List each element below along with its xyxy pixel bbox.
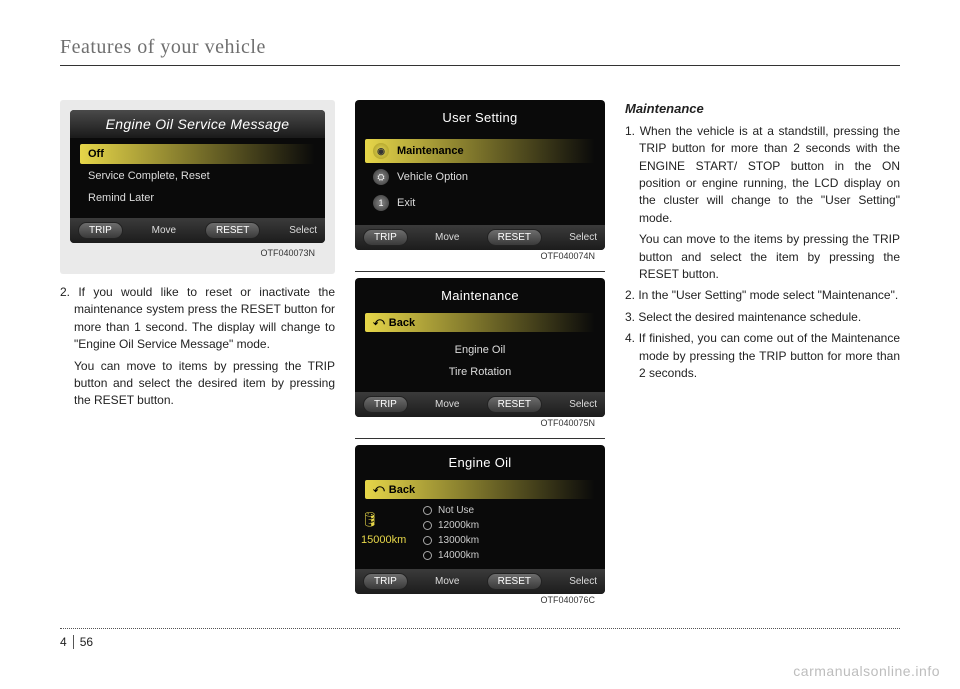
foot-select: Select	[289, 225, 317, 236]
screen-engine-oil: Engine Oil ⤺ Back 🛢 15000km Not Use 1200…	[355, 445, 605, 594]
back-button[interactable]: ⤺ Back	[365, 480, 595, 499]
exit-icon: 1	[373, 195, 389, 211]
foot-select: Select	[569, 399, 597, 410]
screen-menu: Engine Oil Tire Rotation	[355, 334, 605, 392]
radio-option-14000[interactable]: 14000km	[395, 548, 597, 563]
back-arrow-icon: ⤺	[373, 483, 385, 496]
menu-item-off[interactable]: Off	[80, 144, 315, 164]
trip-button[interactable]: TRIP	[363, 396, 408, 413]
back-label: Back	[389, 484, 415, 496]
foot-move: Move	[435, 399, 459, 410]
right-step-1b: You can move to the items by pressing th…	[625, 231, 900, 283]
oil-can-icon: 🛢	[361, 511, 379, 528]
footer-dotted-line	[60, 628, 900, 629]
menu-item-label: Vehicle Option	[397, 171, 468, 183]
screen-menu: Off Service Complete, Reset Remind Later	[70, 138, 325, 218]
menu-item-engine-oil[interactable]: Engine Oil	[365, 340, 595, 360]
reset-button[interactable]: RESET	[487, 229, 542, 246]
screen-title: Engine Oil Service Message	[70, 110, 325, 138]
menu-item-label: Remind Later	[88, 192, 154, 204]
mid-divider-2	[355, 438, 605, 439]
screen-frame-oil-message: Engine Oil Service Message Off Service C…	[60, 100, 335, 274]
screen-footbar: TRIP Move RESET Select	[70, 218, 325, 243]
column-middle: User Setting ◉ Maintenance ⛭ Vehicle Opt…	[355, 100, 605, 611]
back-label: Back	[389, 317, 415, 329]
maintenance-heading: Maintenance	[625, 100, 900, 119]
trip-button[interactable]: TRIP	[363, 573, 408, 590]
screen-caption: OTF040075N	[355, 417, 605, 434]
menu-item-maintenance[interactable]: ◉ Maintenance	[365, 139, 595, 163]
right-step-1: 1. When the vehicle is at a standstill, …	[625, 123, 900, 227]
mid-divider-1	[355, 271, 605, 272]
screen-title: Engine Oil	[355, 451, 605, 478]
left-para-1: 2. If you would like to reset or inactiv…	[60, 284, 335, 354]
menu-item-remind-later[interactable]: Remind Later	[80, 188, 315, 208]
page-number: 56	[80, 635, 93, 649]
back-button[interactable]: ⤺ Back	[365, 313, 595, 332]
foot-select: Select	[569, 232, 597, 243]
page-chapter: 4	[60, 635, 74, 649]
radio-icon	[423, 536, 432, 545]
menu-item-label: Exit	[397, 197, 415, 209]
screen-footbar: TRIP Move RESET Select	[355, 392, 605, 417]
menu-item-exit[interactable]: 1 Exit	[365, 191, 595, 215]
radio-icon	[423, 521, 432, 530]
reset-button[interactable]: RESET	[205, 222, 260, 239]
trip-button[interactable]: TRIP	[363, 229, 408, 246]
screen-menu: ◉ Maintenance ⛭ Vehicle Option 1 Exit	[355, 133, 605, 225]
foot-select: Select	[569, 576, 597, 587]
screen-maintenance: Maintenance ⤺ Back Engine Oil Tire Rotat…	[355, 278, 605, 417]
foot-move: Move	[435, 576, 459, 587]
radio-label: 14000km	[438, 550, 479, 561]
radio-option-13000[interactable]: 13000km	[395, 533, 597, 548]
page-header: Features of your vehicle	[60, 36, 900, 66]
menu-item-tire-rotation[interactable]: Tire Rotation	[365, 362, 595, 382]
menu-item-label: Engine Oil	[455, 344, 506, 356]
column-left: Engine Oil Service Message Off Service C…	[60, 100, 335, 611]
screen-footbar: TRIP Move RESET Select	[355, 569, 605, 594]
right-step-2: 2. In the "User Setting" mode select "Ma…	[625, 287, 900, 304]
radio-option-12000[interactable]: 12000km	[395, 518, 597, 533]
page-number-box: 4 56	[60, 635, 93, 649]
screen-caption: OTF040076C	[355, 594, 605, 611]
page-content: Engine Oil Service Message Off Service C…	[60, 100, 900, 611]
screen-title: Maintenance	[355, 284, 605, 311]
header-rule	[60, 65, 900, 66]
car-icon: ⛭	[373, 169, 389, 185]
screen-caption: OTF040074N	[355, 250, 605, 267]
column-right: Maintenance 1. When the vehicle is at a …	[625, 100, 900, 611]
foot-move: Move	[435, 232, 459, 243]
menu-item-service-complete[interactable]: Service Complete, Reset	[80, 166, 315, 186]
radio-label: 13000km	[438, 535, 479, 546]
right-step-4: 4. If finished, you can come out of the …	[625, 330, 900, 382]
menu-item-label: Tire Rotation	[449, 366, 512, 378]
foot-move: Move	[152, 225, 176, 236]
menu-item-label: Service Complete, Reset	[88, 170, 210, 182]
right-step-3: 3. Select the desired maintenance schedu…	[625, 309, 900, 326]
menu-item-vehicle-option[interactable]: ⛭ Vehicle Option	[365, 165, 595, 189]
radio-option-not-use[interactable]: Not Use	[395, 503, 597, 518]
watermark: carmanualsonline.info	[793, 663, 940, 679]
left-body-text: 2. If you would like to reset or inactiv…	[60, 284, 335, 410]
radio-icon	[423, 551, 432, 560]
left-para-2: You can move to items by pressing the TR…	[60, 358, 335, 410]
radio-label: 12000km	[438, 520, 479, 531]
gear-icon: ◉	[373, 143, 389, 159]
screen-footbar: TRIP Move RESET Select	[355, 225, 605, 250]
current-interval-label: 15000km	[361, 534, 406, 546]
screen-title: User Setting	[355, 106, 605, 133]
menu-item-label: Maintenance	[397, 145, 464, 157]
back-arrow-icon: ⤺	[373, 316, 385, 329]
radio-icon	[423, 506, 432, 515]
page-header-title: Features of your vehicle	[60, 36, 900, 59]
screen-user-setting: User Setting ◉ Maintenance ⛭ Vehicle Opt…	[355, 100, 605, 250]
screen-caption: OTF040073N	[70, 247, 325, 264]
reset-button[interactable]: RESET	[487, 396, 542, 413]
radio-label: Not Use	[438, 505, 474, 516]
screen-oil-message: Engine Oil Service Message Off Service C…	[70, 110, 325, 243]
trip-button[interactable]: TRIP	[78, 222, 123, 239]
reset-button[interactable]: RESET	[487, 573, 542, 590]
menu-item-label: Off	[88, 148, 104, 160]
